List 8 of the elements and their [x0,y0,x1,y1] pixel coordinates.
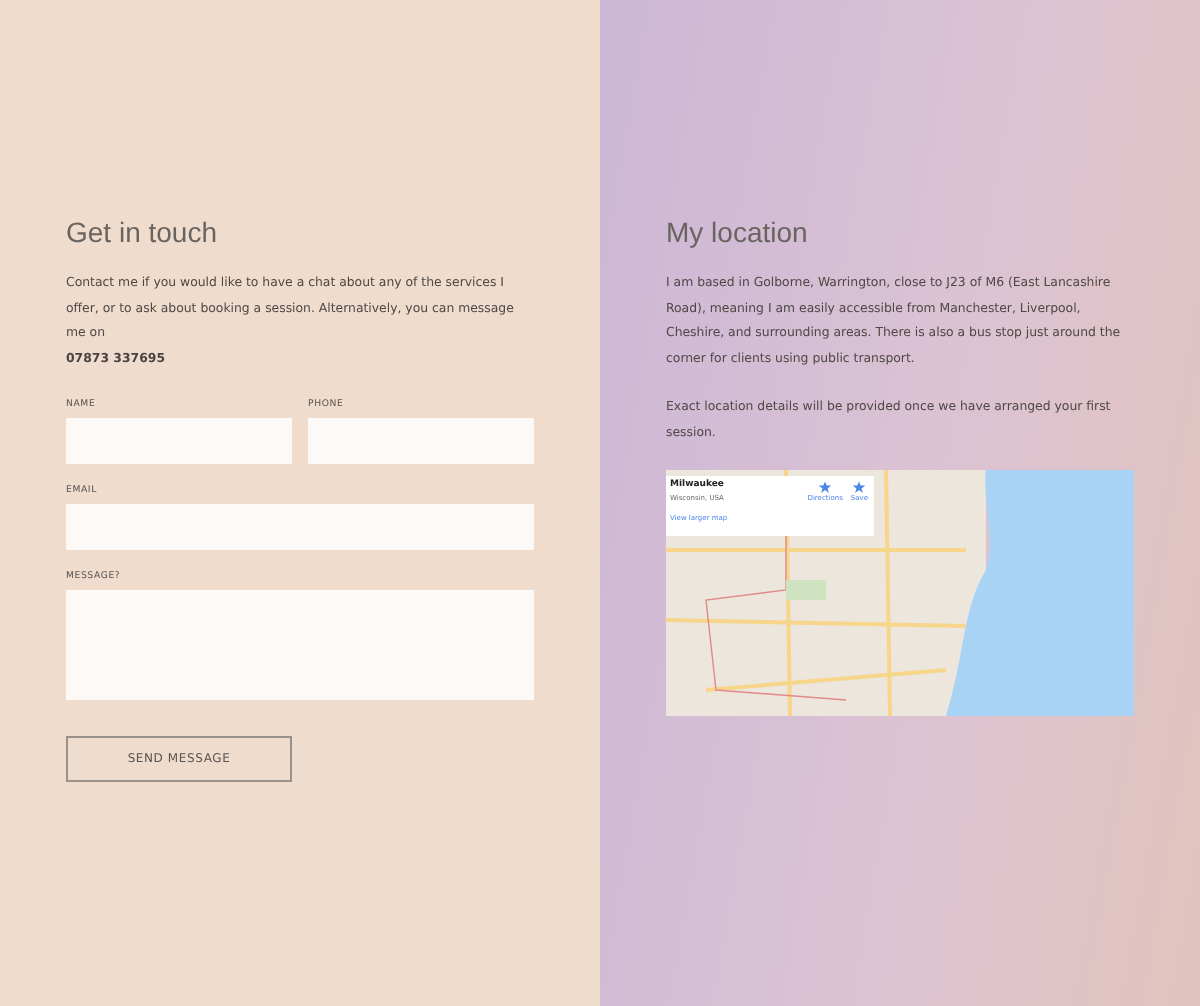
input-field[interactable] [308,417,534,463]
section-title: Get in touch [66,216,219,248]
message-field[interactable] [66,589,534,699]
input-field[interactable] [66,417,292,463]
action-icon [818,480,833,494]
action-icon [852,480,867,494]
section-title: My location [666,216,810,248]
input-field[interactable] [66,503,534,549]
